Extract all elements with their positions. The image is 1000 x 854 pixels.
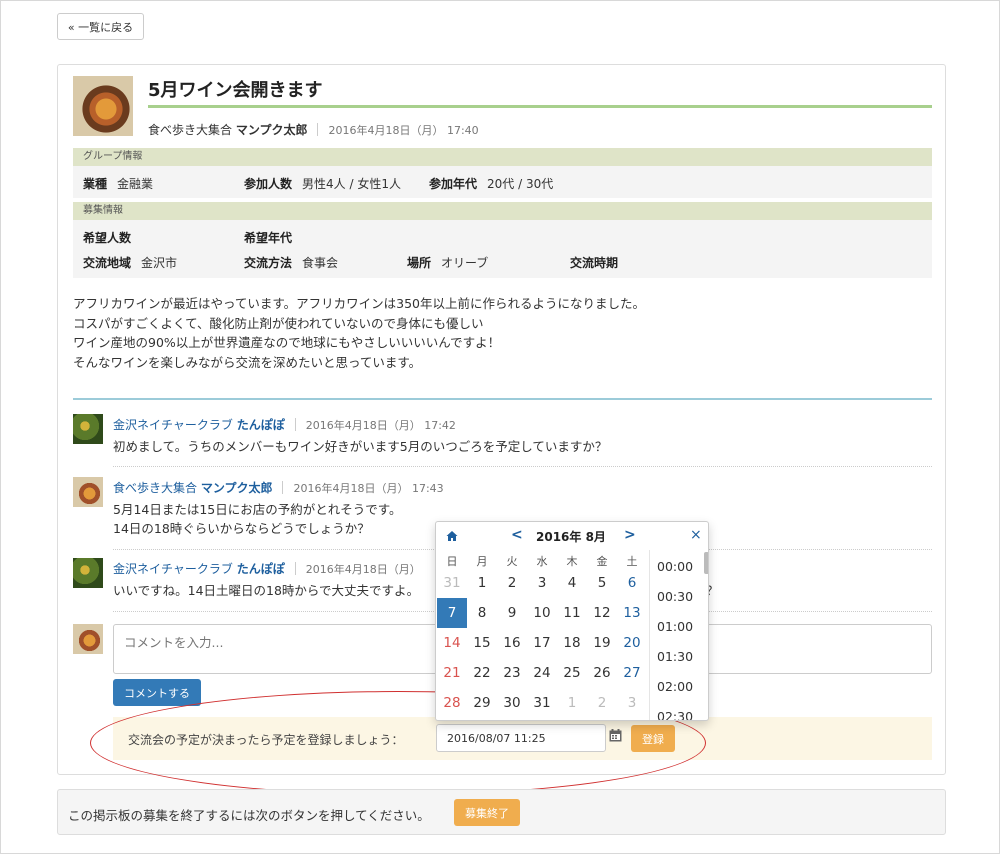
weekday-label: 月 bbox=[476, 555, 488, 568]
calendar-day[interactable]: 13 bbox=[617, 598, 647, 628]
recruit-info-body: 希望人数 希望年代 交流地域 金沢市 交流方法 食事会 場所 オリーブ 交流時期 bbox=[73, 220, 932, 278]
calendar-day[interactable]: 11 bbox=[557, 598, 587, 628]
comment-text: 5月14日または15日にお店の予約がとれそうです。 14日の18時ぐらいからなら… bbox=[113, 502, 402, 536]
post-thumbnail bbox=[73, 76, 133, 136]
time-option[interactable]: 02:00 bbox=[657, 679, 693, 694]
comment-header: 金沢ネイチャークラブ たんぽぽ 2016年4月18日（月） 17:42 bbox=[113, 418, 456, 432]
close-icon[interactable]: × bbox=[690, 527, 702, 543]
time-list: 00:00 00:30 01:00 01:30 02:00 02:30 bbox=[649, 550, 708, 720]
calendar-day[interactable]: 3 bbox=[617, 688, 647, 718]
time-scrollbar[interactable] bbox=[704, 552, 708, 574]
submit-comment-button[interactable]: コメントする bbox=[113, 679, 201, 706]
calendar-day[interactable]: 19 bbox=[587, 628, 617, 658]
group-info-body: 業種 金融業 参加人数 男性4人 / 女性1人 参加年代 20代 / 30代 bbox=[73, 166, 932, 198]
back-to-list-button[interactable]: « 一覧に戻る bbox=[57, 13, 144, 40]
calendar-day[interactable]: 2 bbox=[497, 568, 527, 598]
time-option[interactable]: 00:30 bbox=[657, 589, 693, 604]
weekday-label: 水 bbox=[536, 555, 548, 568]
calendar-day[interactable]: 27 bbox=[617, 658, 647, 688]
calendar-day[interactable]: 29 bbox=[467, 688, 497, 718]
recruit-info-heading: 募集情報 bbox=[73, 202, 932, 220]
post-meta: 食べ歩き大集合 マンプク太郎 2016年4月18日（月） 17:40 bbox=[148, 121, 479, 138]
avatar bbox=[73, 558, 103, 588]
calendar-day[interactable]: 12 bbox=[587, 598, 617, 628]
footer-panel: この掲示板の募集を終了するには次のボタンを押してください。 募集終了 bbox=[57, 789, 946, 835]
calendar-day[interactable]: 16 bbox=[497, 628, 527, 658]
calendar-day[interactable]: 7 bbox=[437, 598, 467, 628]
weekday-label: 木 bbox=[566, 555, 578, 568]
weekday-label: 土 bbox=[626, 555, 638, 568]
calendar-day[interactable]: 22 bbox=[467, 658, 497, 688]
calendar-day[interactable]: 9 bbox=[497, 598, 527, 628]
calendar-day[interactable]: 1 bbox=[557, 688, 587, 718]
time-option[interactable]: 01:00 bbox=[657, 619, 693, 634]
group-info-heading: グループ情報 bbox=[73, 148, 932, 166]
comment-text: いいですね。14日土曜日の18時からで大丈夫ですよ。 bbox=[113, 583, 420, 598]
calendar-day[interactable]: 31 bbox=[527, 688, 557, 718]
end-recruitment-button[interactable]: 募集終了 bbox=[454, 799, 520, 826]
calendar-day[interactable]: 3 bbox=[527, 568, 557, 598]
calendar-day[interactable]: 4 bbox=[557, 568, 587, 598]
calendar-day[interactable]: 10 bbox=[527, 598, 557, 628]
post-author: マンプク太郎 bbox=[235, 123, 308, 137]
weekday-label: 日 bbox=[446, 555, 458, 568]
picker-month-title: 2016年 8月 bbox=[536, 530, 606, 544]
calendar-day[interactable]: 23 bbox=[497, 658, 527, 688]
calendar-day[interactable]: 1 bbox=[467, 568, 497, 598]
calendar-day[interactable]: 18 bbox=[557, 628, 587, 658]
calendar-day[interactable]: 2 bbox=[587, 688, 617, 718]
calendar-day[interactable]: 20 bbox=[617, 628, 647, 658]
next-month-button[interactable]: > bbox=[624, 527, 636, 543]
calendar-day[interactable]: 24 bbox=[527, 658, 557, 688]
comment-header: 金沢ネイチャークラブ たんぽぽ 2016年4月18日（月） bbox=[113, 562, 421, 576]
calendar-day[interactable]: 30 bbox=[497, 688, 527, 718]
avatar bbox=[73, 477, 103, 507]
weekday-label: 金 bbox=[596, 555, 608, 568]
calendar-day[interactable]: 8 bbox=[467, 598, 497, 628]
calendar-day[interactable]: 26 bbox=[587, 658, 617, 688]
calendar-day[interactable]: 14 bbox=[437, 628, 467, 658]
calendar-day[interactable]: 5 bbox=[587, 568, 617, 598]
weekday-label: 火 bbox=[506, 555, 518, 568]
calendar-day[interactable]: 31 bbox=[437, 568, 467, 598]
calendar-day[interactable]: 28 bbox=[437, 688, 467, 718]
footer-text: この掲示板の募集を終了するには次のボタンを押してください。 bbox=[68, 808, 430, 823]
post-title: 5月ワイン会開きます bbox=[148, 80, 323, 101]
comments-divider bbox=[73, 398, 932, 400]
comment-header: 食べ歩き大集合 マンプク太郎 2016年4月18日（月） 17:43 bbox=[113, 481, 444, 495]
calendar-day[interactable]: 15 bbox=[467, 628, 497, 658]
post-group: 食べ歩き大集合 bbox=[148, 123, 233, 137]
post-date: 2016年4月18日（月） 17:40 bbox=[328, 123, 479, 137]
time-option[interactable]: 00:00 bbox=[657, 559, 693, 574]
comment-text: 初めまして。うちのメンバーもワイン好きがいます5月のいつごろを予定していますか？ bbox=[113, 439, 608, 454]
picker-header: < 2016年 8月 > bbox=[436, 522, 648, 550]
avatar bbox=[73, 414, 103, 444]
calendar-day[interactable]: 6 bbox=[617, 568, 647, 598]
calendar-day[interactable]: 21 bbox=[437, 658, 467, 688]
time-option[interactable]: 02:30 bbox=[657, 709, 693, 720]
calendar-day[interactable]: 25 bbox=[557, 658, 587, 688]
home-icon[interactable] bbox=[446, 530, 458, 542]
calendar-day[interactable]: 17 bbox=[527, 628, 557, 658]
post-description: アフリカワインが最近はやっています。アフリカワインは350年以上前に作られるよう… bbox=[73, 296, 645, 370]
avatar bbox=[73, 624, 103, 654]
title-divider bbox=[148, 105, 932, 108]
prev-month-button[interactable]: < bbox=[511, 527, 523, 543]
time-option[interactable]: 01:30 bbox=[657, 649, 693, 664]
datetime-picker: < 2016年 8月 > × 日月火水木金土 31 1 2 3 4 5 6 7 8 9 10 11 12 1… bbox=[435, 521, 709, 721]
